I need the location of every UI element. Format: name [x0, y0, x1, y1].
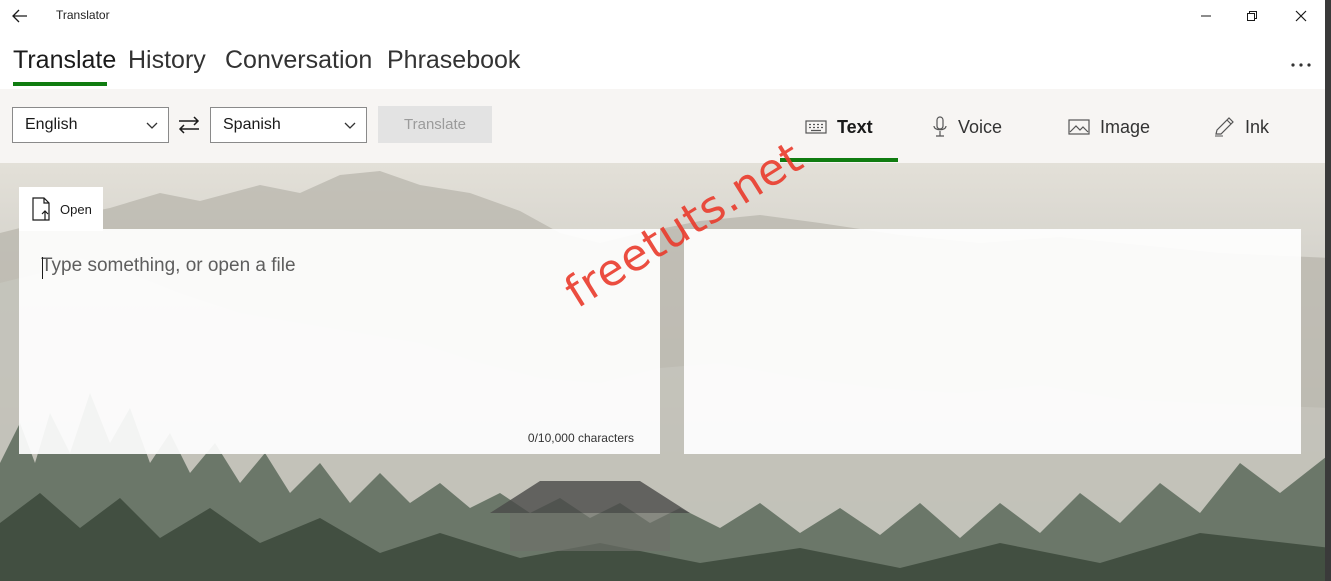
chevron-down-icon	[146, 122, 158, 129]
source-text-input[interactable]	[41, 255, 641, 425]
chevron-down-icon	[344, 122, 356, 129]
more-options-button[interactable]	[1283, 52, 1319, 78]
image-icon	[1068, 119, 1090, 135]
more-icon	[1291, 63, 1311, 67]
translation-output-panel[interactable]	[684, 229, 1301, 454]
open-file-button[interactable]: Open	[19, 187, 103, 231]
source-text-panel: 0/10,000 characters	[19, 229, 660, 454]
text-caret	[42, 257, 43, 279]
restore-icon	[1247, 11, 1257, 21]
title-bar: Translator	[0, 0, 1331, 32]
mode-ink-label: Ink	[1245, 116, 1270, 137]
source-language-value: English	[25, 116, 78, 133]
tab-phrasebook[interactable]: Phrasebook	[387, 46, 520, 75]
mode-ink-tab[interactable]: Ink	[1213, 115, 1269, 139]
minimize-button[interactable]	[1183, 0, 1229, 32]
tab-conversation[interactable]: Conversation	[225, 46, 372, 75]
back-button[interactable]	[0, 0, 40, 32]
open-file-icon	[32, 197, 50, 221]
mode-voice-tab[interactable]: Voice	[932, 115, 1002, 139]
close-icon	[1295, 10, 1307, 22]
close-button[interactable]	[1278, 0, 1324, 32]
translate-button[interactable]: Translate	[378, 106, 492, 143]
tab-translate[interactable]: Translate	[13, 46, 116, 75]
mode-image-label: Image	[1100, 116, 1151, 137]
source-language-select[interactable]: English	[12, 107, 169, 143]
toolbar: English Spanish Translate Text Voice Ima…	[0, 89, 1331, 163]
keyboard-icon	[805, 120, 827, 134]
mode-image-tab[interactable]: Image	[1068, 115, 1150, 139]
target-language-select[interactable]: Spanish	[210, 107, 367, 143]
swap-languages-button[interactable]	[175, 113, 203, 137]
arrow-left-icon	[12, 9, 27, 23]
window-edge	[1325, 0, 1331, 581]
swap-icon	[178, 116, 200, 134]
mode-text-label: Text	[837, 116, 873, 137]
tab-history[interactable]: History	[128, 46, 206, 75]
mode-voice-label: Voice	[958, 116, 1003, 137]
pen-icon	[1213, 117, 1235, 137]
restore-button[interactable]	[1229, 0, 1275, 32]
minimize-icon	[1201, 15, 1211, 17]
target-language-value: Spanish	[223, 116, 281, 133]
character-count: 0/10,000 characters	[527, 431, 634, 445]
main-tabs: Translate History Conversation Phraseboo…	[0, 40, 1331, 88]
app-title: Translator	[56, 8, 110, 22]
microphone-icon	[932, 116, 948, 138]
active-tab-indicator	[13, 82, 107, 86]
mode-text-tab[interactable]: Text	[805, 115, 873, 139]
open-file-label: Open	[60, 201, 92, 217]
